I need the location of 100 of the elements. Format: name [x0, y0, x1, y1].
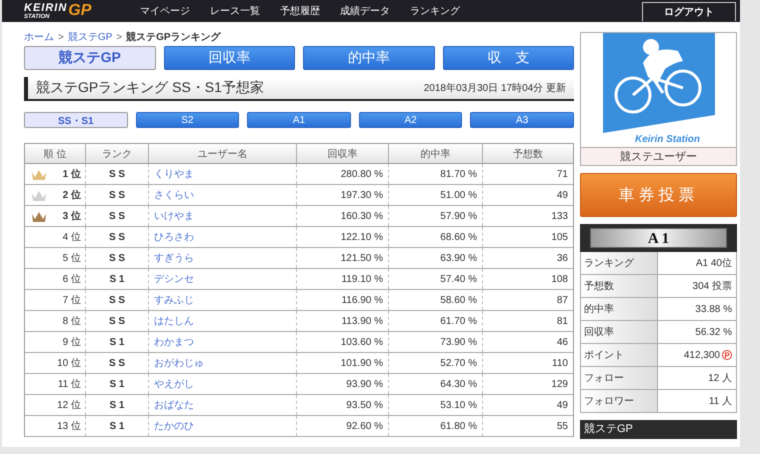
- user-link[interactable]: やえがし: [148, 374, 296, 394]
- class-cell: S S: [85, 353, 148, 373]
- nav-link[interactable]: マイページ: [140, 4, 190, 18]
- class-cell: S S: [85, 227, 148, 247]
- count-cell: 81: [482, 311, 573, 331]
- column-header: 回収率: [296, 144, 388, 163]
- menu-header: 競ステGP: [580, 420, 737, 439]
- recovery-cell: 280.80 %: [296, 164, 388, 184]
- rank-cell-text: 11 位: [58, 378, 81, 391]
- class-cell: S 1: [85, 416, 148, 436]
- ranking-tab[interactable]: 回収率: [164, 46, 295, 70]
- vote-button[interactable]: 車券投票: [580, 173, 737, 217]
- hit-rate-cell: 57.90 %: [388, 206, 482, 226]
- user-link[interactable]: くりやま: [148, 164, 296, 184]
- user-link[interactable]: はたしん: [148, 311, 296, 331]
- count-cell: 110: [482, 353, 573, 373]
- recovery-cell: 197.30 %: [296, 185, 388, 205]
- hit-rate-cell: 58.60 %: [388, 290, 482, 310]
- stat-value: 304 投票: [692, 280, 732, 293]
- hit-rate-cell: 64.30 %: [388, 374, 482, 394]
- breadcrumb-current[interactable]: 競ステGPランキング: [126, 30, 221, 44]
- user-link[interactable]: デシンセ: [148, 269, 296, 289]
- rank-cell-text: 5 位: [62, 252, 81, 265]
- class-cell: S S: [85, 290, 148, 310]
- class-tab[interactable]: S2: [136, 112, 240, 128]
- recovery-cell: 119.10 %: [296, 269, 388, 289]
- count-cell: 55: [482, 416, 573, 436]
- count-cell: 36: [482, 248, 573, 268]
- nav-link[interactable]: 予想履歴: [280, 4, 320, 18]
- rank-cell-text: 3 位: [62, 210, 81, 223]
- recovery-cell: 122.10 %: [296, 227, 388, 247]
- hit-rate-cell: 63.90 %: [388, 248, 482, 268]
- stat-value: 12 人: [708, 372, 732, 385]
- rank-cell-text: 13 位: [57, 420, 81, 433]
- recovery-cell: 93.90 %: [296, 374, 388, 394]
- class-cell: S 1: [85, 395, 148, 415]
- user-link[interactable]: さくらい: [148, 185, 296, 205]
- count-cell: 129: [482, 374, 573, 394]
- recovery-cell: 160.30 %: [296, 206, 388, 226]
- user-link[interactable]: すみふじ: [148, 290, 296, 310]
- column-header: ランク: [85, 144, 148, 163]
- recovery-cell: 93.50 %: [296, 395, 388, 415]
- count-cell: 49: [482, 185, 573, 205]
- user-name: 競ステユーザー: [581, 147, 736, 165]
- hit-rate-cell: 57.40 %: [388, 269, 482, 289]
- nav-link[interactable]: レース一覧: [210, 4, 260, 18]
- rank-cell-text: 7 位: [62, 294, 81, 307]
- user-link[interactable]: いけやま: [148, 206, 296, 226]
- hit-rate-cell: 51.00 %: [388, 185, 482, 205]
- hit-rate-cell: 73.90 %: [388, 332, 482, 352]
- rank-cell-text: 1 位: [62, 168, 81, 181]
- user-link[interactable]: おがわじゅ: [148, 353, 296, 373]
- rank-cell-text: 9 位: [62, 336, 81, 349]
- user-link[interactable]: たかのひ: [148, 416, 296, 436]
- ranking-tab[interactable]: 競ステGP: [24, 46, 156, 70]
- recovery-cell: 103.60 %: [296, 332, 388, 352]
- nav-link[interactable]: ランキング: [410, 4, 460, 18]
- rank-cell-text: 2 位: [62, 188, 81, 202]
- class-cell: S S: [85, 185, 148, 205]
- recovery-cell: 116.90 %: [296, 290, 388, 310]
- point-icon: P: [722, 350, 732, 360]
- grade-label: A 1: [590, 228, 727, 248]
- user-link[interactable]: ひろさわ: [148, 227, 296, 247]
- class-cell: S S: [85, 164, 148, 184]
- count-cell: 105: [482, 227, 573, 247]
- class-cell: S 1: [85, 374, 148, 394]
- rank-cell-text: 8 位: [62, 315, 81, 328]
- column-header: 順 位: [42, 148, 68, 162]
- class-tab[interactable]: A2: [358, 112, 462, 128]
- hit-rate-cell: 61.80 %: [388, 416, 482, 436]
- updated-time: 2018年03月30日 17時04分 更新: [424, 82, 566, 95]
- breadcrumb-link[interactable]: 競ステGP: [68, 30, 112, 44]
- column-header: ユーザー名: [148, 144, 296, 163]
- column-header: 的中率: [388, 144, 482, 163]
- user-link[interactable]: すぎうら: [148, 248, 296, 268]
- breadcrumb-separator: >: [116, 32, 122, 42]
- breadcrumb-link[interactable]: ホーム: [24, 30, 54, 44]
- hit-rate-cell: 61.70 %: [388, 311, 482, 331]
- nav-link[interactable]: 成績データ: [340, 4, 390, 18]
- user-link[interactable]: おばなた: [148, 395, 296, 415]
- stat-value: 412,300: [684, 350, 720, 360]
- column-header: 予想数: [482, 144, 573, 163]
- ranking-tab[interactable]: 収 支: [442, 46, 574, 70]
- logout-button[interactable]: ログアウト: [642, 2, 736, 20]
- user-link[interactable]: わかまつ: [148, 332, 296, 352]
- recovery-cell: 101.90 %: [296, 353, 388, 373]
- rank-cell-text: 10 位: [57, 357, 81, 370]
- breadcrumb-separator: >: [58, 32, 64, 42]
- class-cell: S S: [85, 311, 148, 331]
- class-tab[interactable]: A1: [247, 112, 351, 128]
- count-cell: 71: [482, 164, 573, 184]
- class-tab[interactable]: SS・S1: [24, 112, 128, 128]
- recovery-cell: 92.60 %: [296, 416, 388, 436]
- hit-rate-cell: 68.60 %: [388, 227, 482, 247]
- ranking-tab[interactable]: 的中率: [303, 46, 434, 70]
- class-tab[interactable]: A3: [470, 112, 574, 128]
- hit-rate-cell: 52.70 %: [388, 353, 482, 373]
- count-cell: 49: [482, 395, 573, 415]
- class-cell: S S: [85, 248, 148, 268]
- section-title: 競ステGPランキング SS・S1予想家: [36, 79, 264, 97]
